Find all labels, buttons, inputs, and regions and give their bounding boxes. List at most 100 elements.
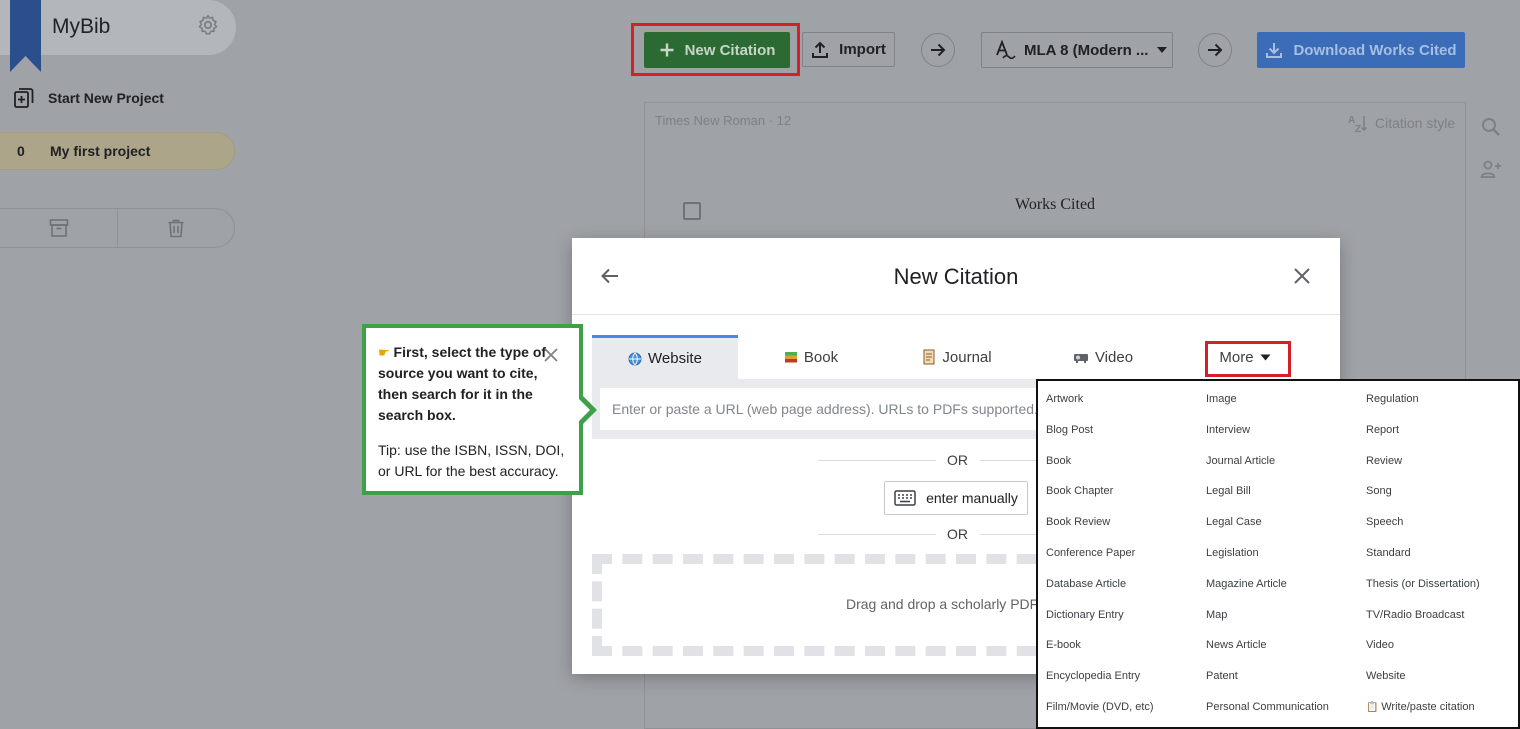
menu-item-legal-case[interactable]: Legal Case bbox=[1206, 516, 1262, 528]
menu-item-news-article[interactable]: News Article bbox=[1206, 639, 1267, 651]
enter-manually-label: enter manually bbox=[926, 490, 1018, 506]
menu-item-database-article[interactable]: Database Article bbox=[1046, 578, 1126, 590]
download-icon bbox=[1266, 43, 1283, 58]
style-arrow-button[interactable] bbox=[1198, 33, 1232, 67]
start-new-project-button[interactable]: Start New Project bbox=[12, 86, 164, 110]
arrow-right-icon bbox=[931, 43, 946, 57]
citation-style-select[interactable]: MLA 8 (Modern ... bbox=[981, 32, 1173, 68]
tab-journal-label: Journal bbox=[942, 348, 992, 366]
menu-item-book[interactable]: Book bbox=[1046, 455, 1071, 467]
or-divider-line bbox=[818, 460, 936, 461]
project-count: 0 bbox=[17, 143, 25, 159]
start-new-project-label: Start New Project bbox=[48, 90, 164, 106]
menu-item-legislation[interactable]: Legislation bbox=[1206, 547, 1259, 559]
menu-item-report[interactable]: Report bbox=[1366, 424, 1399, 436]
citation-style-link[interactable]: A Z Citation style bbox=[1347, 113, 1455, 133]
menu-item-write-paste-citation[interactable]: 📋 Write/paste citation bbox=[1366, 701, 1475, 713]
menu-item-journal-article[interactable]: Journal Article bbox=[1206, 455, 1275, 467]
menu-item-standard[interactable]: Standard bbox=[1366, 547, 1411, 559]
or-divider-line bbox=[818, 534, 936, 535]
text-style-icon bbox=[996, 39, 1016, 60]
menu-item-regulation[interactable]: Regulation bbox=[1366, 393, 1419, 405]
menu-item-e-book[interactable]: E-book bbox=[1046, 639, 1081, 651]
svg-text:Z: Z bbox=[1355, 124, 1361, 133]
menu-item-label: Write/paste citation bbox=[1381, 701, 1475, 713]
tab-book[interactable]: Book bbox=[738, 335, 884, 379]
menu-item-website[interactable]: Website bbox=[1366, 670, 1406, 682]
delete-button[interactable] bbox=[118, 209, 234, 247]
or-text: OR bbox=[947, 452, 968, 468]
tooltip-pointer-inner bbox=[578, 398, 590, 422]
tooltip-title: ☛ First, select the type of source you w… bbox=[378, 342, 556, 426]
add-collaborator-icon[interactable] bbox=[1479, 157, 1503, 181]
citation-style-value: MLA 8 (Modern ... bbox=[1024, 41, 1149, 59]
project-name: My first project bbox=[50, 143, 151, 159]
trash-icon bbox=[168, 219, 184, 238]
sort-az-icon: A Z bbox=[1348, 115, 1368, 133]
menu-item-personal-communication[interactable]: Personal Communication bbox=[1206, 701, 1329, 713]
menu-item-magazine-article[interactable]: Magazine Article bbox=[1206, 578, 1287, 590]
search-icon[interactable] bbox=[1479, 115, 1503, 139]
tab-video[interactable]: Video bbox=[1030, 335, 1176, 379]
clipboard-icon: 📋 bbox=[1366, 702, 1382, 713]
menu-item-encyclopedia-entry[interactable]: Encyclopedia Entry bbox=[1046, 670, 1140, 682]
gear-icon[interactable] bbox=[196, 13, 220, 37]
book-icon bbox=[784, 352, 797, 363]
tooltip-title-text: First, select the type of source you wan… bbox=[378, 344, 547, 423]
more-tab-highlight bbox=[1205, 341, 1291, 377]
menu-item-book-review[interactable]: Book Review bbox=[1046, 516, 1110, 528]
archive-icon bbox=[49, 219, 69, 237]
document-font-info[interactable]: Times New Roman · 12 bbox=[655, 113, 791, 128]
menu-item-conference-paper[interactable]: Conference Paper bbox=[1046, 547, 1135, 559]
more-source-types-menu: Artwork Blog Post Book Book Chapter Book Rev… bbox=[1036, 379, 1520, 729]
enter-manually-button[interactable]: enter manually bbox=[884, 481, 1028, 515]
menu-item-speech[interactable]: Speech bbox=[1366, 516, 1403, 528]
menu-item-image[interactable]: Image bbox=[1206, 393, 1237, 405]
menu-item-video[interactable]: Video bbox=[1366, 639, 1394, 651]
close-icon[interactable] bbox=[543, 347, 559, 363]
modal-divider bbox=[572, 314, 1340, 315]
menu-item-dictionary-entry[interactable]: Dictionary Entry bbox=[1046, 609, 1124, 621]
menu-item-patent[interactable]: Patent bbox=[1206, 670, 1238, 682]
tab-video-label: Video bbox=[1094, 348, 1134, 366]
menu-item-tv-radio-broadcast[interactable]: TV/Radio Broadcast bbox=[1366, 609, 1464, 621]
caret-down-icon bbox=[1157, 47, 1168, 53]
close-icon[interactable] bbox=[1290, 264, 1314, 288]
download-works-cited-button[interactable]: Download Works Cited bbox=[1257, 32, 1465, 68]
globe-icon bbox=[628, 352, 642, 365]
pointing-hand-icon: ☛ bbox=[378, 345, 390, 360]
download-label: Download Works Cited bbox=[1293, 41, 1457, 59]
scroll-icon bbox=[923, 349, 935, 365]
archive-button[interactable] bbox=[0, 209, 118, 247]
menu-item-map[interactable]: Map bbox=[1206, 609, 1227, 621]
app-name: MyBib bbox=[52, 15, 111, 38]
menu-item-review[interactable]: Review bbox=[1366, 455, 1402, 467]
menu-item-interview[interactable]: Interview bbox=[1206, 424, 1250, 436]
tab-journal[interactable]: Journal bbox=[884, 335, 1030, 379]
keyboard-icon bbox=[894, 490, 916, 506]
citation-style-label: Citation style bbox=[1375, 115, 1456, 131]
upload-icon bbox=[812, 41, 829, 58]
project-actions bbox=[0, 208, 235, 248]
arrow-right-icon bbox=[1208, 43, 1223, 57]
projector-icon bbox=[1073, 354, 1088, 363]
tooltip-body: Tip: use the ISBN, ISSN, DOI, or URL for… bbox=[378, 442, 565, 479]
menu-item-book-chapter[interactable]: Book Chapter bbox=[1046, 485, 1113, 497]
import-arrow-button[interactable] bbox=[921, 33, 955, 67]
select-all-checkbox[interactable] bbox=[683, 202, 701, 220]
menu-item-film-movie-dvd-etc[interactable]: Film/Movie (DVD, etc) bbox=[1046, 701, 1154, 713]
tab-website-label: Website bbox=[648, 350, 702, 367]
tab-website[interactable]: Website bbox=[592, 335, 738, 379]
import-button[interactable]: Import bbox=[802, 32, 895, 67]
add-project-icon bbox=[14, 88, 34, 108]
project-item[interactable]: 0 My first project bbox=[0, 132, 235, 170]
menu-item-blog-post[interactable]: Blog Post bbox=[1046, 424, 1093, 436]
menu-item-artwork[interactable]: Artwork bbox=[1046, 393, 1083, 405]
new-citation-highlight bbox=[631, 23, 800, 76]
bookmark-ribbon-logo bbox=[10, 0, 41, 72]
import-label: Import bbox=[839, 41, 886, 58]
menu-item-song[interactable]: Song bbox=[1366, 485, 1392, 497]
tab-book-label: Book bbox=[803, 348, 839, 366]
menu-item-thesis-or-dissertation[interactable]: Thesis (or Dissertation) bbox=[1366, 578, 1480, 590]
menu-item-legal-bill[interactable]: Legal Bill bbox=[1206, 485, 1251, 497]
